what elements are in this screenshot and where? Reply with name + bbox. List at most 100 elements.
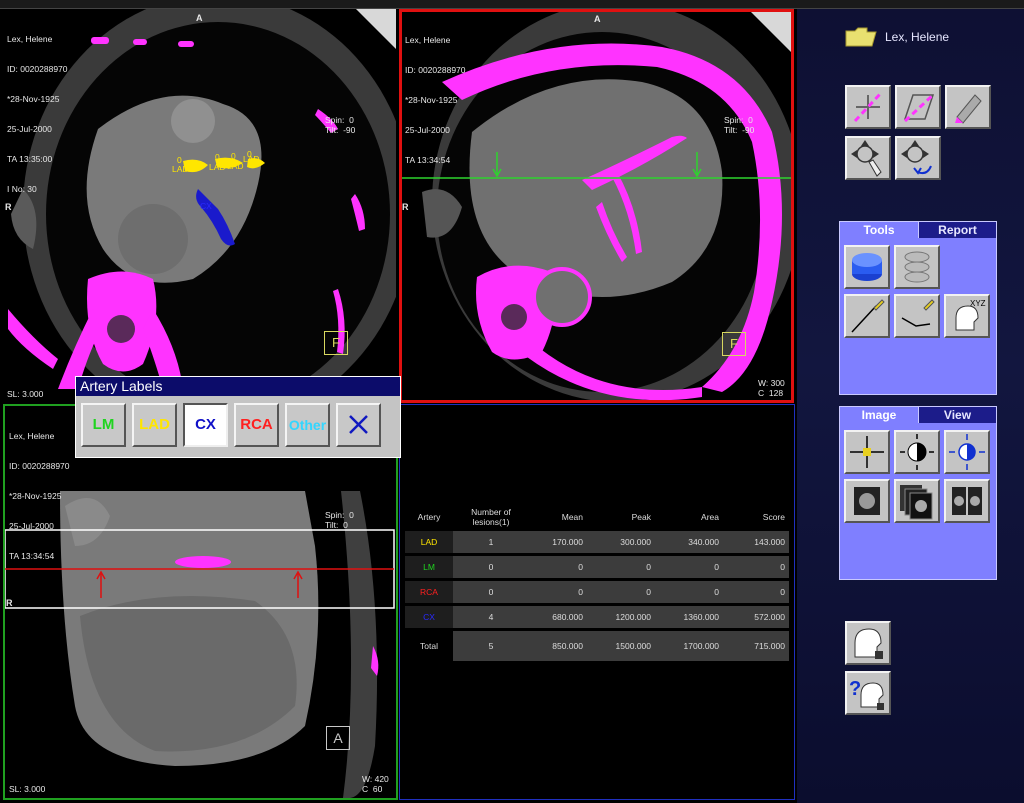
lesions-cell: 0: [453, 556, 529, 578]
birth-date: *28-Nov-1925: [7, 94, 60, 104]
spin-readout: Spin: 0: [325, 115, 354, 125]
header-mean: Mean: [561, 512, 583, 522]
header-artery: Artery: [417, 512, 441, 522]
close-dialog-button[interactable]: [336, 403, 381, 447]
stacked-disks-icon: [904, 251, 930, 283]
tilt-readout: Tilt: 0: [325, 520, 348, 530]
total-label: Total: [420, 641, 438, 651]
brightness-icon: [949, 434, 985, 470]
window-center: C 60: [362, 784, 383, 794]
brightness-button[interactable]: [944, 430, 990, 474]
eraser-tool-button[interactable]: [945, 85, 991, 129]
sagittal-viewport[interactable]: Lex, Helene ID: 0020288970 *28-Nov-1925 …: [3, 404, 398, 800]
image-stack-icon: [900, 485, 933, 520]
artery-cell-lad: LAD: [405, 531, 453, 553]
crosshair-button[interactable]: [844, 430, 890, 474]
tilt-readout: Tilt: -90: [325, 125, 356, 135]
total-score: 715.000: [719, 631, 789, 661]
tools-panel: Tools Report XYZ: [839, 221, 997, 395]
lad-label-button[interactable]: LAD: [132, 403, 177, 447]
patient-id: ID: 0020288970: [7, 64, 68, 74]
total-lesions: 5: [453, 631, 529, 661]
axial-active-viewport[interactable]: Lex, Helene ID: 0020288970 *28-Nov-1925 …: [399, 9, 794, 403]
image-number: I No: 30: [7, 184, 37, 194]
lesions-cell: 1: [453, 531, 529, 553]
lesions-cell: 0: [453, 581, 529, 603]
contrast-button[interactable]: [894, 430, 940, 474]
birth-date: *28-Nov-1925: [405, 95, 458, 105]
artery-name: LAD: [420, 537, 438, 547]
patient-name: Lex, Helene: [9, 431, 55, 441]
tab-view[interactable]: View: [918, 407, 996, 423]
score-cell: 572.000: [719, 606, 789, 628]
patient-header[interactable]: Lex, Helene: [845, 27, 949, 47]
table-row[interactable]: RCA 0 0 0 0 0: [405, 581, 789, 603]
area-cell: 340.000: [651, 531, 719, 553]
table-row[interactable]: LM 0 0 0 0 0: [405, 556, 789, 578]
table-row[interactable]: LAD 1 170.000 300.000 340.000 143.000: [405, 531, 789, 553]
help-button[interactable]: ?: [845, 671, 891, 715]
tab-tools[interactable]: Tools: [840, 222, 918, 238]
image-stack-button[interactable]: [894, 479, 940, 523]
pan-tool-button[interactable]: [845, 136, 891, 180]
reset-rotate-icon: [901, 140, 932, 175]
spin-readout: Spin: 0: [724, 115, 753, 125]
area-cell: 0: [651, 556, 719, 578]
tab-report[interactable]: Report: [918, 222, 996, 238]
coordinates-tool-button[interactable]: XYZ: [944, 294, 990, 338]
patient-id: ID: 0020288970: [405, 65, 466, 75]
calcium-score-table: Artery Number of lesions(1) Mean Peak Ar…: [405, 503, 789, 664]
patient-info: Lex, Helene ID: 0020288970 *28-Nov-1925 …: [9, 411, 70, 581]
page-corner-icon[interactable]: [751, 12, 791, 52]
cx-label-button[interactable]: CX: [183, 403, 228, 447]
cylinder-icon: [852, 253, 882, 281]
window-center: C 128: [758, 388, 784, 398]
xyz-label: XYZ: [970, 299, 986, 308]
score-cell: 0: [719, 556, 789, 578]
artery-labels-dialog: Artery Labels LM LAD CX RCA Other: [75, 376, 401, 458]
arrow-tool-button[interactable]: [894, 294, 940, 338]
window-width: W: 420: [362, 774, 389, 784]
stack-tool-button[interactable]: [894, 245, 940, 289]
header-score: Score: [762, 512, 785, 522]
axial-viewport[interactable]: Lex, Helene ID: 0020288970 *28-Nov-1925 …: [3, 9, 396, 401]
score-cell: 143.000: [719, 531, 789, 553]
reset-view-button[interactable]: [895, 136, 941, 180]
header-lesions: Number of lesions(1): [471, 507, 511, 527]
mean-cell: 170.000: [529, 531, 583, 553]
orientation-left: R: [402, 202, 409, 212]
artery-name: CX: [423, 612, 435, 622]
window-width: W: 300: [758, 378, 785, 388]
acquisition-time: TA 13:34:54: [9, 551, 55, 561]
birth-date: *28-Nov-1925: [9, 491, 62, 501]
orientation-top: A: [594, 14, 601, 24]
orientation-left: R: [6, 598, 13, 608]
lesion-label: LAD: [209, 162, 226, 172]
folder-icon: [845, 27, 877, 47]
tab-image[interactable]: Image: [840, 407, 918, 423]
volume-tool-button[interactable]: [844, 245, 890, 289]
area-cell: 1360.000: [651, 606, 719, 628]
page-corner-icon[interactable]: [356, 9, 396, 49]
lm-label-button[interactable]: LM: [81, 403, 126, 447]
lesion-label: 0: [215, 152, 220, 162]
image-compare-button[interactable]: [944, 479, 990, 523]
calcium-plane-tool-button[interactable]: [895, 85, 941, 129]
orientation-top: A: [196, 13, 203, 23]
crosshair-icon: [850, 436, 884, 468]
mean-cell: 680.000: [529, 606, 583, 628]
rca-label-button[interactable]: RCA: [234, 403, 279, 447]
single-image-button[interactable]: [844, 479, 890, 523]
line-tool-button[interactable]: [844, 294, 890, 338]
table-row[interactable]: CX 4 680.000 1200.000 1360.000 572.000: [405, 606, 789, 628]
single-image-icon: [854, 487, 880, 515]
add-calcium-tool-button[interactable]: [845, 85, 891, 129]
head-lock-button[interactable]: [845, 621, 891, 665]
header-peak: Peak: [631, 512, 651, 522]
patient-info: Lex, Helene ID: 0020288970 *28-Nov-1925 …: [7, 14, 68, 214]
other-label-button[interactable]: Other: [285, 403, 330, 447]
peak-cell: 0: [583, 581, 651, 603]
region-marker: F: [722, 332, 746, 356]
help-head-icon: ?: [849, 678, 884, 710]
peak-cell: 300.000: [583, 531, 651, 553]
